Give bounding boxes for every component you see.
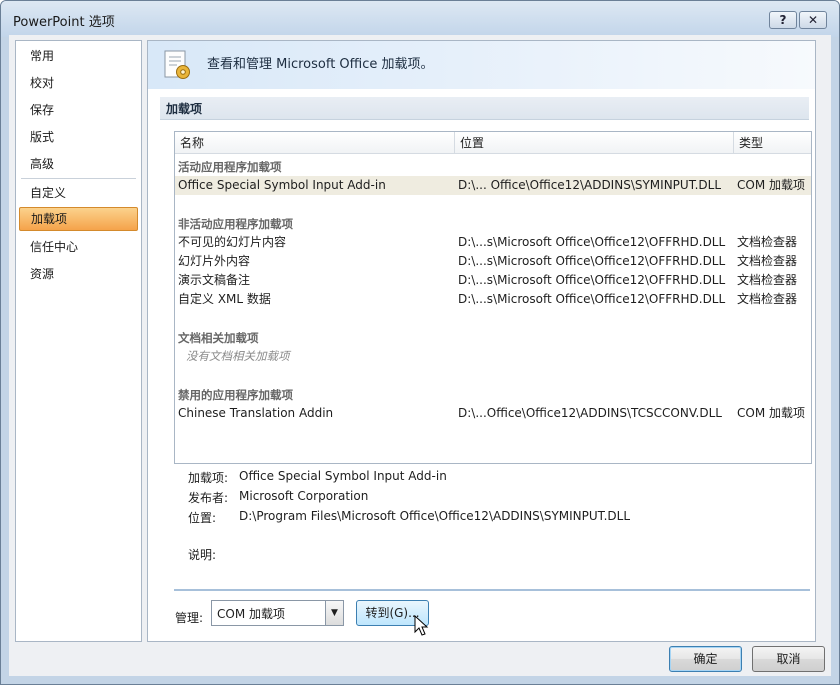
group-title-document: 文档相关加载项 [178,331,259,345]
window-title: PowerPoint 选项 [13,15,115,30]
table-row[interactable]: 演示文稿备注 D:\...s\Microsoft Office\Office12… [175,271,811,290]
group-title-inactive: 非活动应用程序加载项 [178,217,293,231]
dialog-client: 常用 校对 保存 版式 高级 自定义 加载项 信任中心 资源 查看和管理 Mic… [9,35,831,676]
table-row[interactable]: Chinese Translation Addin D:\...Office\O… [175,404,811,423]
panel-header: 查看和管理 Microsoft Office 加载项。 [148,41,815,89]
cell-location: D:\...s\Microsoft Office\Office12\OFFRHD… [458,273,726,287]
detail-location-label: 位置: [188,511,217,525]
panel-header-text: 查看和管理 Microsoft Office 加载项。 [207,57,434,72]
cell-type: 文档检查器 [737,273,798,287]
nav-item-layout[interactable]: 版式 [19,125,138,149]
cell-location: D:\...Office\Office12\ADDINS\TCSCCONV.DL… [458,406,722,420]
cell-name: 自定义 XML 数据 [178,292,271,306]
help-button[interactable]: ? [769,11,797,29]
cancel-button[interactable]: 取消 [752,646,825,672]
empty-group-text: 没有文档相关加载项 [186,349,290,363]
detail-addin-value: Office Special Symbol Input Add-in [239,469,447,483]
cell-type: 文档检查器 [737,254,798,268]
cell-type: COM 加载项 [737,406,805,420]
manage-label: 管理: [175,611,204,625]
mouse-cursor-icon [414,615,429,636]
cell-name: 不可见的幻灯片内容 [178,235,287,249]
column-header-name[interactable]: 名称 [175,132,455,154]
manage-dropdown[interactable]: COM 加载项 ▼ [211,600,344,626]
addin-gear-icon [164,50,190,79]
table-row[interactable]: 自定义 XML 数据 D:\...s\Microsoft Office\Offi… [175,290,811,309]
nav-item-advanced[interactable]: 高级 [19,152,138,176]
cell-type: 文档检查器 [737,292,798,306]
cell-name: 幻灯片外内容 [178,254,251,268]
detail-location-value: D:\Program Files\Microsoft Office\Office… [239,509,631,523]
cell-name: 演示文稿备注 [178,273,251,287]
addins-panel: 查看和管理 Microsoft Office 加载项。 加载项 名称 位置 类型… [147,40,816,642]
nav-item-resources[interactable]: 资源 [19,262,138,286]
table-row[interactable]: 幻灯片外内容 D:\...s\Microsoft Office\Office12… [175,252,811,271]
options-dialog: PowerPoint 选项 ? ✕ 常用 校对 保存 版式 高级 自定义 加载项… [0,0,840,685]
section-title: 加载项 [166,102,203,116]
cell-location: D:\...s\Microsoft Office\Office12\OFFRHD… [458,292,726,306]
cell-location: D:\... Office\Office12\ADDINS\SYMINPUT.D… [458,178,722,192]
cell-location: D:\...s\Microsoft Office\Office12\OFFRHD… [458,235,726,249]
cell-type: 文档检查器 [737,235,798,249]
nav-item-customize[interactable]: 自定义 [19,181,138,205]
nav-item-save[interactable]: 保存 [19,98,138,122]
nav-divider [21,178,136,179]
nav-item-addins[interactable]: 加载项 [19,207,138,231]
ok-button[interactable]: 确定 [669,646,742,672]
cell-name: Office Special Symbol Input Add-in [178,178,386,192]
nav-item-trust-center[interactable]: 信任中心 [19,235,138,259]
detail-publisher-value: Microsoft Corporation [239,489,369,503]
chevron-down-icon[interactable]: ▼ [325,601,343,625]
column-header-location[interactable]: 位置 [455,132,734,154]
detail-description-label: 说明: [188,548,217,562]
section-header: 加载项 [160,97,809,120]
table-row[interactable]: 不可见的幻灯片内容 D:\...s\Microsoft Office\Offic… [175,233,811,252]
nav-item-proofing[interactable]: 校对 [19,71,138,95]
category-nav: 常用 校对 保存 版式 高级 自定义 加载项 信任中心 资源 [15,40,142,642]
title-bar: PowerPoint 选项 ? ✕ [1,1,839,37]
addins-list: 名称 位置 类型 活动应用程序加载项 Office Special Symbol… [174,131,812,464]
close-button[interactable]: ✕ [799,11,827,29]
cell-type: COM 加载项 [737,178,805,192]
group-title-disabled: 禁用的应用程序加载项 [178,388,293,402]
column-header-type[interactable]: 类型 [734,132,811,154]
manage-dropdown-value: COM 加载项 [217,607,285,621]
cell-location: D:\...s\Microsoft Office\Office12\OFFRHD… [458,254,726,268]
divider [174,589,810,591]
table-row[interactable]: Office Special Symbol Input Add-in D:\..… [175,176,811,195]
detail-publisher-label: 发布者: [188,491,229,505]
detail-addin-label: 加载项: [188,471,229,485]
group-title-active: 活动应用程序加载项 [178,160,282,174]
nav-item-common[interactable]: 常用 [19,44,138,68]
cell-name: Chinese Translation Addin [178,406,334,420]
